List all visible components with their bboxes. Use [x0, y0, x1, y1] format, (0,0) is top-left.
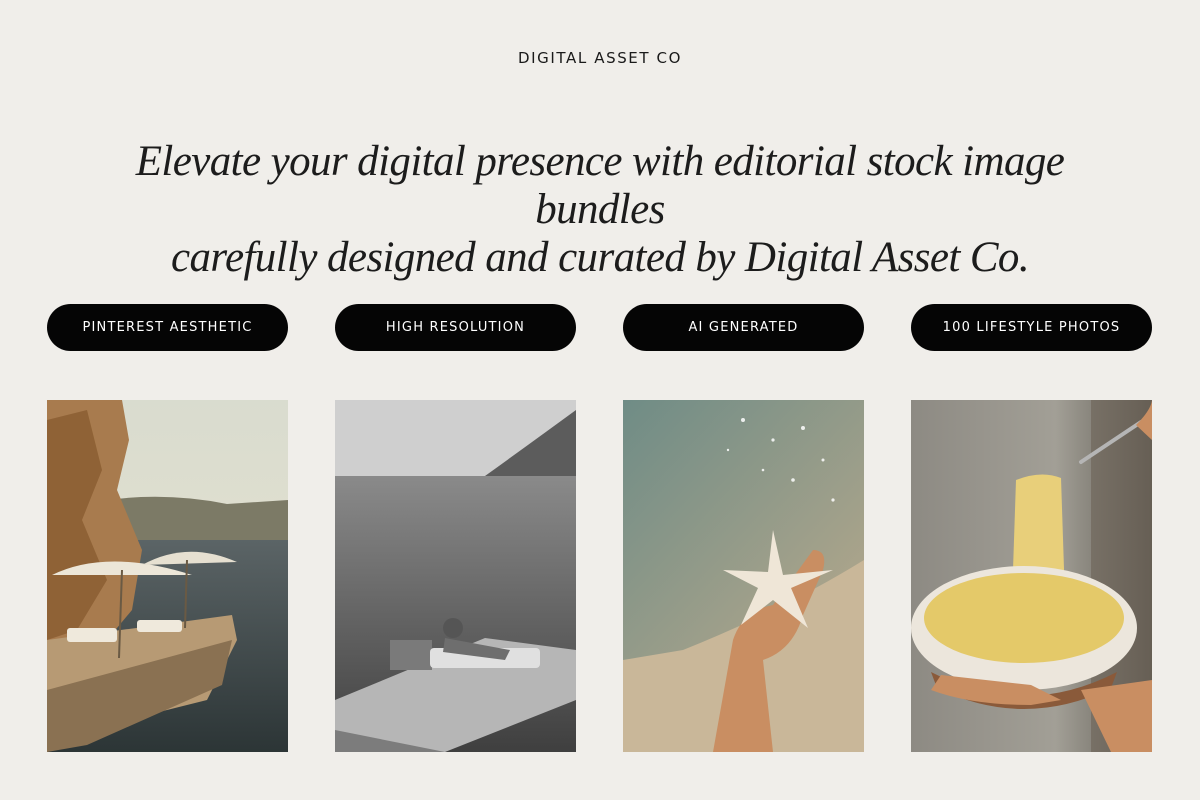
feature-pill-high-resolution: HIGH RESOLUTION	[335, 304, 576, 351]
feature-pill-pinterest-aesthetic: PINTEREST AESTHETIC	[47, 304, 288, 351]
photo-coastal-terrace	[47, 400, 288, 752]
photo-bw-sea-dock	[335, 400, 576, 752]
photo-starfish-hand	[623, 400, 864, 752]
photo-pasta-bowl	[911, 400, 1152, 752]
headline: Elevate your digital presence with edito…	[100, 138, 1100, 282]
headline-line-1: Elevate your digital presence with edito…	[135, 138, 1065, 233]
feature-pill-lifestyle-photos: 100 LIFESTYLE PHOTOS	[911, 304, 1152, 351]
headline-line-2: carefully designed and curated by Digita…	[171, 234, 1030, 281]
feature-pill-ai-generated: AI GENERATED	[623, 304, 864, 351]
brand-name: DIGITAL ASSET CO	[518, 49, 682, 67]
